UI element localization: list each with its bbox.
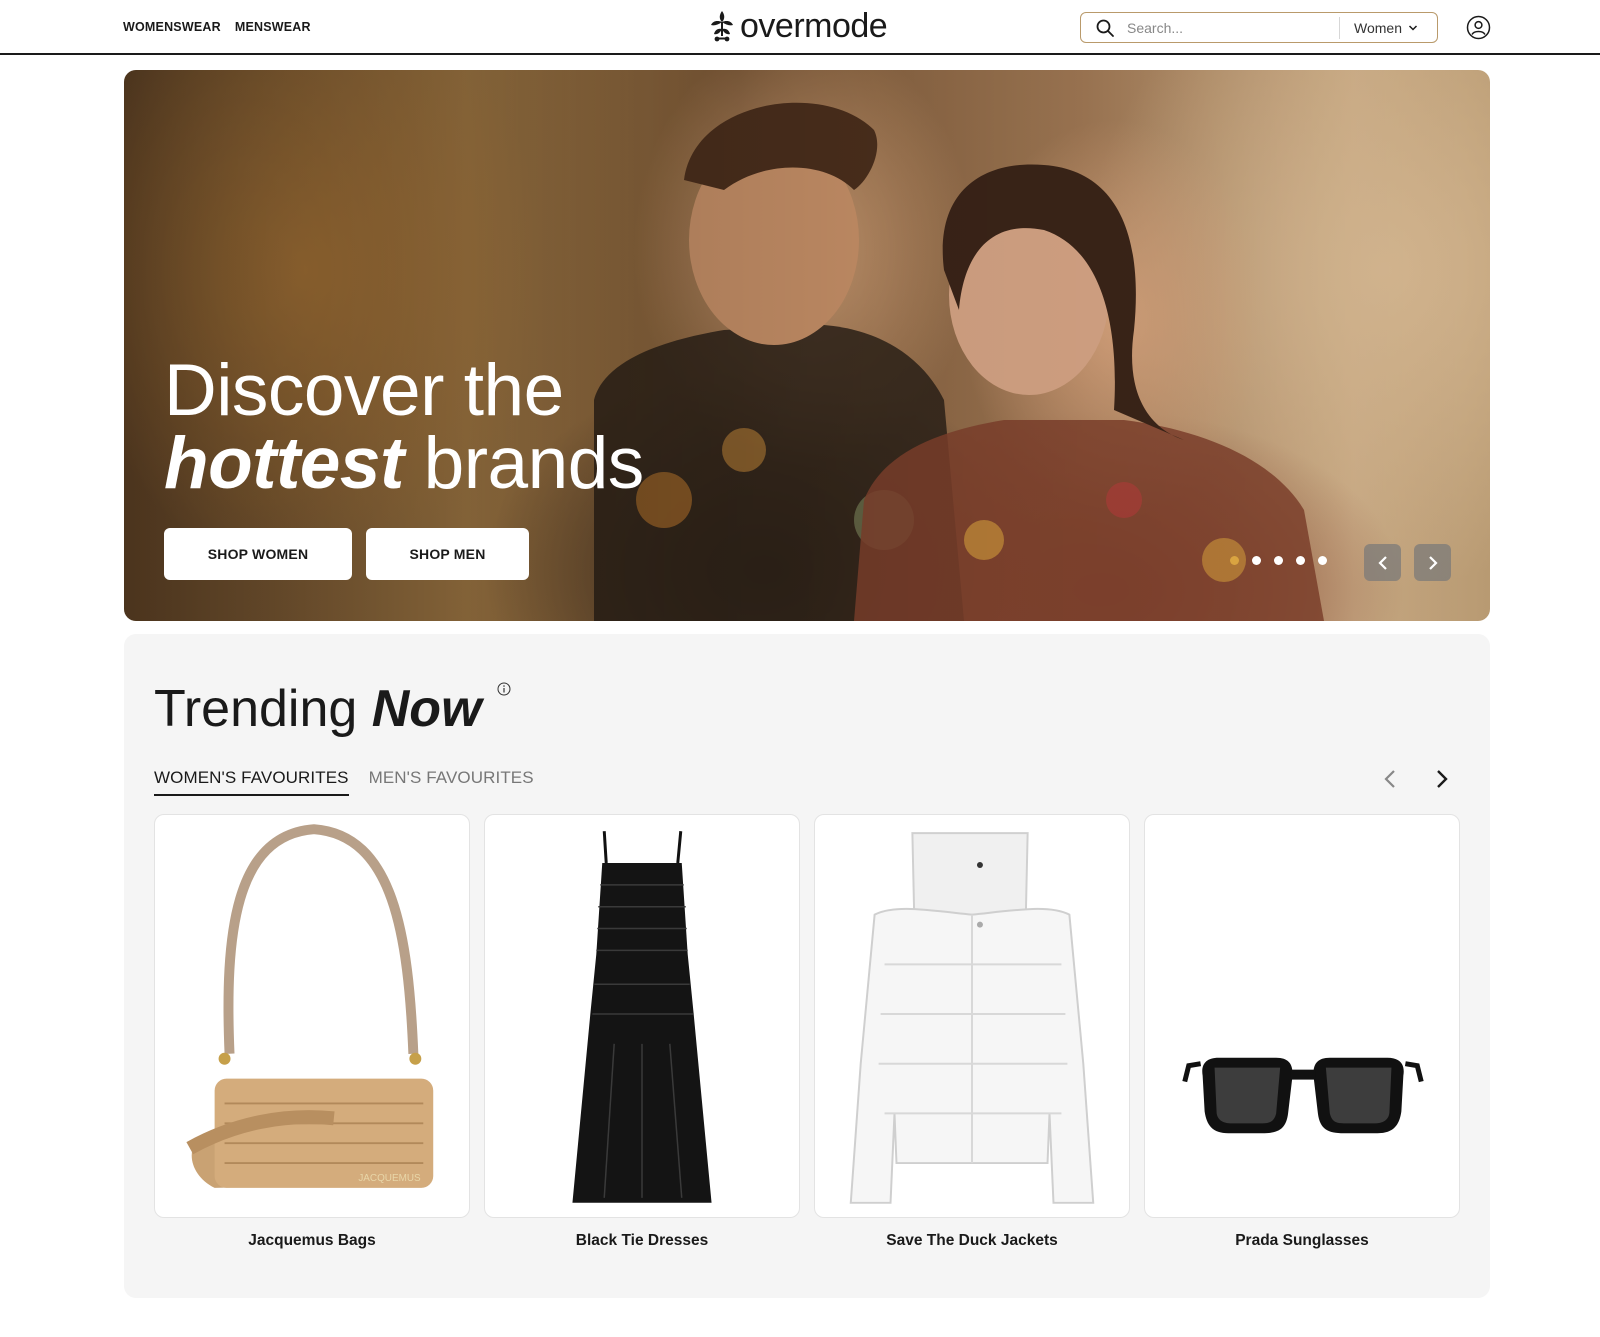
handbag-icon: JACQUEMUS: [186, 824, 434, 1188]
product-image: [1144, 814, 1460, 1218]
carousel-prev-icon[interactable]: [1379, 767, 1403, 791]
slide-dot-4[interactable]: [1296, 556, 1305, 565]
slide-dot-3[interactable]: [1274, 556, 1283, 565]
puffer-jacket-icon: [849, 832, 1095, 1204]
product-card[interactable]: Save The Duck Jackets: [814, 814, 1130, 1250]
hero-next-button[interactable]: [1414, 544, 1451, 581]
nav-womenswear[interactable]: WOMENSWEAR: [123, 20, 221, 34]
hero-headline-emphasis: hottest: [164, 423, 404, 504]
fleur-logo-icon: [711, 11, 733, 42]
info-icon[interactable]: [497, 682, 511, 696]
search-icon[interactable]: [1095, 18, 1115, 38]
nav-menswear[interactable]: MENSWEAR: [235, 20, 311, 34]
search-divider: [1339, 16, 1340, 39]
brand-name: overmode: [740, 7, 888, 45]
product-card[interactable]: JACQUEMUS Jacquemus Bags: [154, 814, 470, 1250]
chevron-left-icon: [1377, 555, 1387, 570]
product-label: Save The Duck Jackets: [886, 1232, 1058, 1249]
section-title-emphasis: Now: [371, 680, 482, 738]
section-title: Trending Now: [154, 679, 482, 739]
search-bar: Women: [1080, 12, 1438, 43]
slide-dot-1[interactable]: [1230, 556, 1239, 565]
tab-mens-favourites[interactable]: MEN'S FAVOURITES: [369, 768, 534, 796]
site-header: WOMENSWEAR MENSWEAR overmode Search... W…: [0, 0, 1600, 55]
account-icon[interactable]: [1466, 15, 1491, 40]
gender-select-value: Women: [1354, 19, 1402, 36]
hero-prev-button[interactable]: [1364, 544, 1401, 581]
product-label: Black Tie Dresses: [575, 1232, 709, 1249]
hero-headline-rest: brands: [403, 423, 645, 504]
hero-headline: Discover the hottest brands: [164, 354, 644, 500]
hero-headline-line1: Discover the: [164, 350, 564, 431]
search-input[interactable]: [1127, 14, 1337, 41]
product-image: [484, 814, 800, 1218]
product-card[interactable]: Black Tie Dresses: [484, 814, 800, 1250]
carousel-next-icon[interactable]: [1429, 767, 1453, 791]
product-image: JACQUEMUS: [154, 814, 470, 1218]
product-card[interactable]: Prada Sunglasses: [1144, 814, 1460, 1250]
main-nav: WOMENSWEAR MENSWEAR: [123, 20, 311, 34]
product-carousel: JACQUEMUS Jacquemus Bags Black Tie Dress…: [154, 814, 1460, 1250]
hero-banner: Discover the hottest brands SHOP WOMEN S…: [124, 70, 1490, 621]
trending-section: Trending Now WOMEN'S FAVOURITES MEN'S FA…: [124, 634, 1490, 1298]
product-label: Prada Sunglasses: [1235, 1232, 1369, 1249]
chevron-right-icon: [1428, 555, 1438, 570]
product-image: [814, 814, 1130, 1218]
brand-logo[interactable]: overmode: [708, 7, 888, 45]
section-title-text: Trending: [154, 680, 372, 738]
product-brand-print: JACQUEMUS: [358, 1173, 421, 1184]
slide-dot-2[interactable]: [1252, 556, 1261, 565]
shop-men-button[interactable]: SHOP MEN: [366, 528, 529, 580]
slide-indicators: [1230, 556, 1327, 565]
tab-womens-favourites[interactable]: WOMEN'S FAVOURITES: [154, 768, 349, 796]
favourites-tabs: WOMEN'S FAVOURITES MEN'S FAVOURITES: [154, 768, 534, 796]
product-label: Jacquemus Bags: [248, 1232, 376, 1249]
dress-icon: [572, 831, 712, 1203]
slide-dot-5[interactable]: [1318, 556, 1327, 565]
hero-headline-line2: hottest brands: [164, 427, 644, 500]
shop-women-button[interactable]: SHOP WOMEN: [164, 528, 352, 580]
sunglasses-icon: [1182, 1057, 1424, 1134]
gender-select[interactable]: Women: [1354, 20, 1418, 36]
chevron-down-icon: [1408, 24, 1418, 31]
